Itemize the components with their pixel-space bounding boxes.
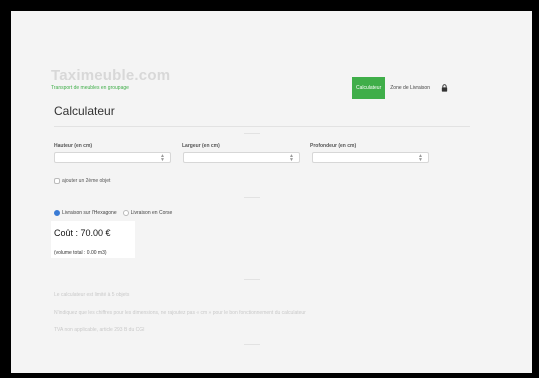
section-divider: [244, 133, 260, 134]
browser-viewport: Taximeuble.com Transport de meubles en g…: [11, 11, 532, 373]
depth-label: Profondeur (en cm): [310, 143, 357, 149]
delivery-options: Livraison sur l'Hexagone Livraison en Co…: [54, 210, 172, 216]
radio-corse-label[interactable]: Livraison en Corse: [131, 210, 173, 216]
lock-icon[interactable]: [441, 84, 448, 92]
section-divider: [244, 344, 260, 345]
site-logo[interactable]: Taximeuble.com Transport de meubles en g…: [51, 67, 171, 92]
radio-corse[interactable]: [122, 210, 129, 216]
title-divider: [54, 126, 470, 127]
add-object-label: ajouter un 2ème objet: [62, 178, 111, 184]
height-input[interactable]: ▲ ▼: [54, 152, 171, 163]
stepper-icon: ▲ ▼: [418, 153, 423, 163]
nav-item-calculateur[interactable]: Calculateur: [351, 77, 386, 99]
main-nav: Calculateur Zone de Livraison: [351, 77, 448, 99]
page-title: Calculateur: [54, 104, 115, 118]
height-label: Hauteur (en cm): [54, 143, 93, 149]
brand-subtitle: Transport de meubles en groupage: [51, 85, 129, 91]
width-input[interactable]: ▲ ▼: [183, 152, 300, 163]
info-limit: Le calculateur est limité à 5 objets: [54, 292, 130, 298]
radio-hexagone[interactable]: [54, 210, 60, 216]
info-dimensions: N'indiquez que les chiffres pour les dim…: [54, 310, 306, 316]
depth-input[interactable]: ▲ ▼: [312, 152, 429, 163]
volume-total: (volume total : 0.00 m3): [54, 250, 107, 256]
dimension-labels: Hauteur (en cm) Largeur (en cm) Profonde…: [54, 143, 438, 149]
section-divider: [244, 197, 260, 198]
cost-value: Coût : 70.00 €: [54, 228, 111, 238]
info-tva: TVA non applicable, article 293 B du CGI: [54, 327, 145, 333]
add-object-checkbox[interactable]: [54, 178, 60, 184]
cost-result-box: Coût : 70.00 € (volume total : 0.00 m3): [51, 221, 135, 258]
stepper-icon: ▲ ▼: [289, 153, 294, 163]
stepper-icon: ▲ ▼: [160, 153, 165, 163]
nav-item-zone-de-livraison[interactable]: Zone de Livraison: [390, 85, 430, 91]
radio-hexagone-label[interactable]: Livraison sur l'Hexagone: [62, 210, 117, 216]
page-header: Calculateur: [54, 104, 470, 127]
section-divider: [244, 279, 260, 280]
width-label: Largeur (en cm): [182, 143, 220, 149]
brand-title: Taximeuble.com: [51, 67, 171, 84]
add-object-toggle[interactable]: ajouter un 2ème objet: [54, 178, 110, 184]
